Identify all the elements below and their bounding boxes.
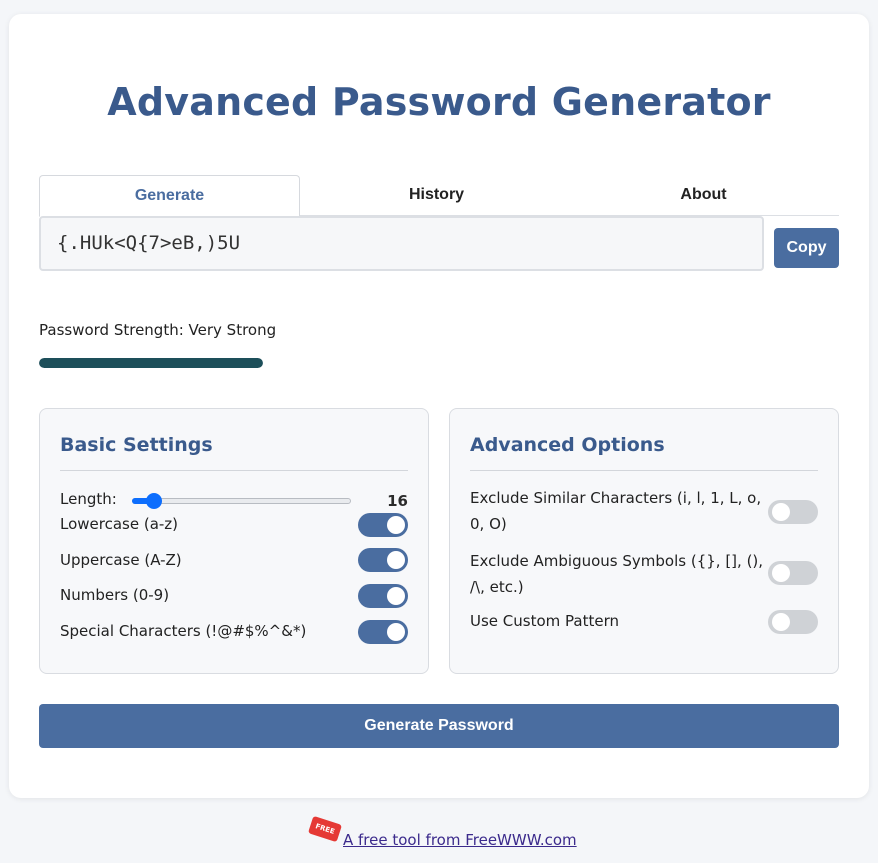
length-label: Length:	[60, 490, 117, 508]
advanced-options-divider	[470, 470, 818, 471]
toggle-knob	[387, 623, 405, 641]
custom-pattern-label: Use Custom Pattern	[470, 612, 619, 630]
toggle-knob	[772, 564, 790, 582]
main-card	[9, 14, 869, 798]
generate-password-button[interactable]: Generate Password	[39, 704, 839, 748]
length-slider-thumb[interactable]	[145, 493, 162, 509]
numbers-toggle[interactable]	[358, 584, 408, 608]
exclude-ambiguous-label: Exclude Ambiguous Symbols ({}, [], (), /…	[470, 552, 764, 596]
toggle-knob	[772, 613, 790, 631]
toggle-knob	[387, 587, 405, 605]
exclude-ambiguous-toggle[interactable]	[768, 561, 818, 585]
special-characters-label: Special Characters (!@#$%^&*)	[60, 622, 307, 640]
custom-pattern-toggle[interactable]	[768, 610, 818, 634]
free-tag-icon: FREE	[307, 815, 343, 843]
tab-bar: Generate History About	[39, 175, 839, 217]
length-value: 16	[387, 492, 408, 510]
tab-history[interactable]: History	[306, 175, 567, 216]
length-slider-track	[132, 498, 351, 504]
length-slider[interactable]	[132, 493, 351, 509]
basic-settings-divider	[60, 470, 408, 471]
copy-button[interactable]: Copy	[774, 228, 839, 268]
advanced-options-panel: Advanced Options Exclude Similar Charact…	[449, 408, 839, 674]
lowercase-label: Lowercase (a-z)	[60, 515, 179, 533]
uppercase-toggle[interactable]	[358, 548, 408, 572]
toggle-knob	[772, 503, 790, 521]
tab-about[interactable]: About	[573, 175, 834, 216]
exclude-similar-label: Exclude Similar Characters (i, l, 1, L, …	[470, 489, 762, 533]
toggle-knob	[387, 551, 405, 569]
toggle-knob	[387, 516, 405, 534]
lowercase-toggle[interactable]	[358, 513, 408, 537]
exclude-similar-toggle[interactable]	[768, 500, 818, 524]
special-characters-toggle[interactable]	[358, 620, 408, 644]
numbers-label: Numbers (0-9)	[60, 586, 170, 604]
page-title: Advanced Password Generator	[107, 80, 771, 124]
basic-settings-panel: Basic Settings Length: 16 Lowercase (a-z…	[39, 408, 429, 674]
advanced-options-heading: Advanced Options	[470, 434, 665, 456]
uppercase-label: Uppercase (A-Z)	[60, 551, 182, 569]
strength-meter	[39, 358, 263, 368]
password-output[interactable]: {.HUk<Q{7>eB,)5U	[39, 216, 764, 271]
footer-link[interactable]: A free tool from FreeWWW.com	[343, 831, 577, 849]
strength-label: Password Strength: Very Strong	[39, 321, 277, 339]
tab-generate[interactable]: Generate	[39, 175, 300, 217]
basic-settings-heading: Basic Settings	[60, 434, 213, 456]
strength-meter-fill	[39, 358, 263, 368]
